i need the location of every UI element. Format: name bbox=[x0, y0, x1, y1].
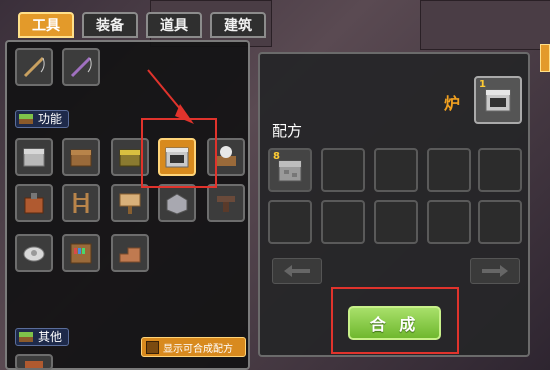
furnace-icon bbox=[485, 89, 511, 112]
stone-block-icon bbox=[23, 148, 45, 167]
brick-oven-icon bbox=[24, 193, 44, 214]
tab-equipment[interactable]: 装备 bbox=[82, 12, 138, 38]
prev-page-button[interactable] bbox=[272, 258, 322, 284]
ladder-icon bbox=[73, 193, 89, 213]
ingredient-slot-10[interactable] bbox=[478, 200, 522, 244]
tab-tools[interactable]: 工具 bbox=[18, 12, 74, 38]
ingredient-slot-9[interactable] bbox=[427, 200, 471, 244]
category-tabs: 工具 装备 道具 建筑 bbox=[18, 12, 266, 38]
ingredient-slot-7[interactable] bbox=[321, 200, 365, 244]
metal-block-icon bbox=[166, 193, 188, 215]
arrow-left-icon bbox=[284, 265, 310, 277]
recipe-slot-sign[interactable] bbox=[111, 184, 149, 222]
output-item-name: 炉 bbox=[444, 94, 461, 113]
recipe-slot-anvil[interactable] bbox=[207, 184, 245, 222]
recipe-list-panel: 功能 其他 bbox=[5, 40, 250, 370]
recipe-slot-bookshelf[interactable] bbox=[62, 234, 100, 272]
output-slot[interactable]: 1 bbox=[474, 76, 522, 124]
recipe-slot-metal-block[interactable] bbox=[158, 184, 196, 222]
grass-block-icon bbox=[19, 114, 33, 124]
recipe-slot-stone-block[interactable] bbox=[15, 138, 53, 176]
background-block bbox=[420, 0, 550, 50]
tab-items[interactable]: 道具 bbox=[146, 12, 202, 38]
ingredient-slot-1[interactable]: 8 bbox=[268, 148, 312, 192]
recipe-slot-fishing-rod[interactable] bbox=[15, 48, 53, 86]
wooden-stairs-icon bbox=[119, 247, 141, 263]
output-count: 1 bbox=[479, 79, 486, 90]
recipe-slot-wooden-stairs[interactable] bbox=[111, 234, 149, 272]
recipe-slot-chest[interactable] bbox=[62, 138, 100, 176]
ingredient-slot-8[interactable] bbox=[374, 200, 418, 244]
gold-chest-icon bbox=[119, 149, 141, 167]
checkbox[interactable] bbox=[146, 340, 159, 354]
recipe-slot-magic-rod[interactable] bbox=[62, 48, 100, 86]
recipe-slot-other-item[interactable] bbox=[15, 354, 53, 370]
ingredient-slot-5[interactable] bbox=[478, 148, 522, 192]
chest-icon bbox=[70, 149, 92, 167]
sign-icon bbox=[119, 193, 141, 214]
recipe-slot-brick-oven[interactable] bbox=[15, 184, 53, 222]
arrow-right-icon bbox=[482, 265, 508, 277]
craft-button[interactable]: 合 成 bbox=[348, 306, 441, 340]
magic-rod-icon bbox=[70, 56, 92, 78]
ingredient-slot-2[interactable] bbox=[321, 148, 365, 192]
next-page-button[interactable] bbox=[470, 258, 520, 284]
recipe-title: 配方 bbox=[272, 122, 303, 140]
brick-oven-icon bbox=[25, 361, 43, 368]
grass-block-icon bbox=[19, 332, 33, 342]
highlight-selected-recipe bbox=[141, 118, 217, 188]
side-scroll-tab[interactable] bbox=[540, 44, 550, 72]
recipe-slot-millstone[interactable] bbox=[15, 234, 53, 272]
section-other-label: 其他 bbox=[15, 328, 70, 346]
ingredient-slot-4[interactable] bbox=[427, 148, 471, 192]
ingredient-count: 8 bbox=[273, 151, 280, 162]
pointer-arrow-icon bbox=[147, 69, 194, 124]
bookshelf-icon bbox=[70, 243, 92, 264]
millstone-icon bbox=[23, 246, 45, 262]
show-craftable-toggle[interactable]: 显示可合成配方 bbox=[141, 337, 246, 357]
tab-buildings[interactable]: 建筑 bbox=[210, 12, 266, 38]
ingredient-slot-6[interactable] bbox=[268, 200, 312, 244]
anvil-icon bbox=[217, 196, 235, 212]
section-function-label: 功能 bbox=[15, 110, 70, 128]
ingredient-slot-3[interactable] bbox=[374, 148, 418, 192]
fishing-rod-icon bbox=[23, 56, 45, 78]
recipe-slot-ladder[interactable] bbox=[62, 184, 100, 222]
